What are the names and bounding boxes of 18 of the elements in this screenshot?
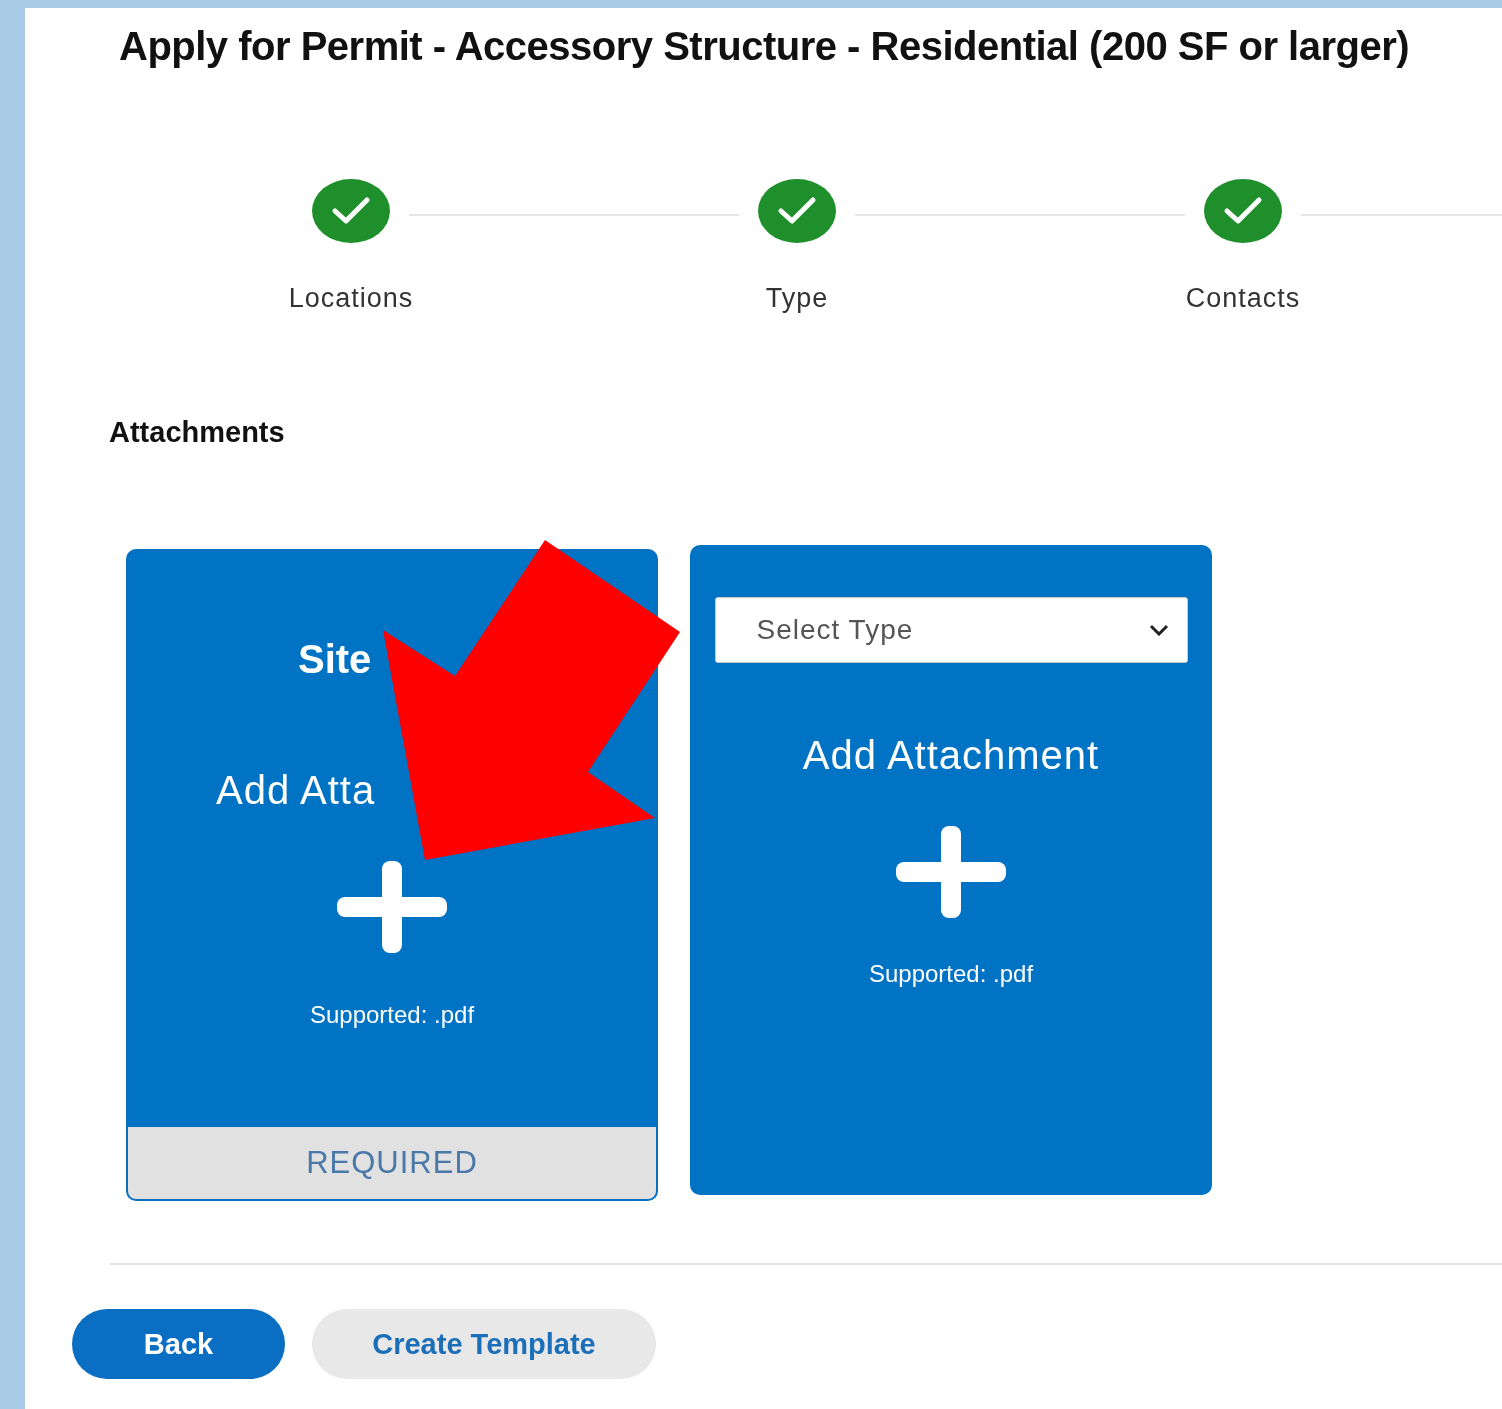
supported-formats: Supported: .pdf <box>309 1001 475 1029</box>
add-attachment-label: Add Attachment <box>802 733 1100 778</box>
type-dropdown[interactable]: Select Type <box>714 597 1188 663</box>
add-attachment-label: Add Atta <box>216 768 376 813</box>
step-label[interactable]: Type <box>765 283 829 314</box>
section-title: Attachments <box>109 416 286 449</box>
create-template-button[interactable]: Create Template <box>312 1309 656 1379</box>
attachment-name: Site <box>298 637 372 682</box>
plus-icon <box>896 826 1006 918</box>
back-button[interactable]: Back <box>72 1309 285 1379</box>
plus-icon <box>337 861 447 953</box>
page-title: Apply for Permit - Accessory Structure - Residential (200 SF or larger) <box>119 24 1411 69</box>
step-label[interactable]: Contacts <box>1185 283 1301 314</box>
step-label[interactable]: Locations <box>288 283 414 314</box>
required-label: REQUIRED <box>128 1127 656 1199</box>
attachment-card[interactable]: Select Type Add Attachment Supported: .pdf <box>690 545 1212 1195</box>
chevron-icon <box>1148 624 1169 636</box>
supported-formats: Supported: .pdf <box>868 960 1034 988</box>
